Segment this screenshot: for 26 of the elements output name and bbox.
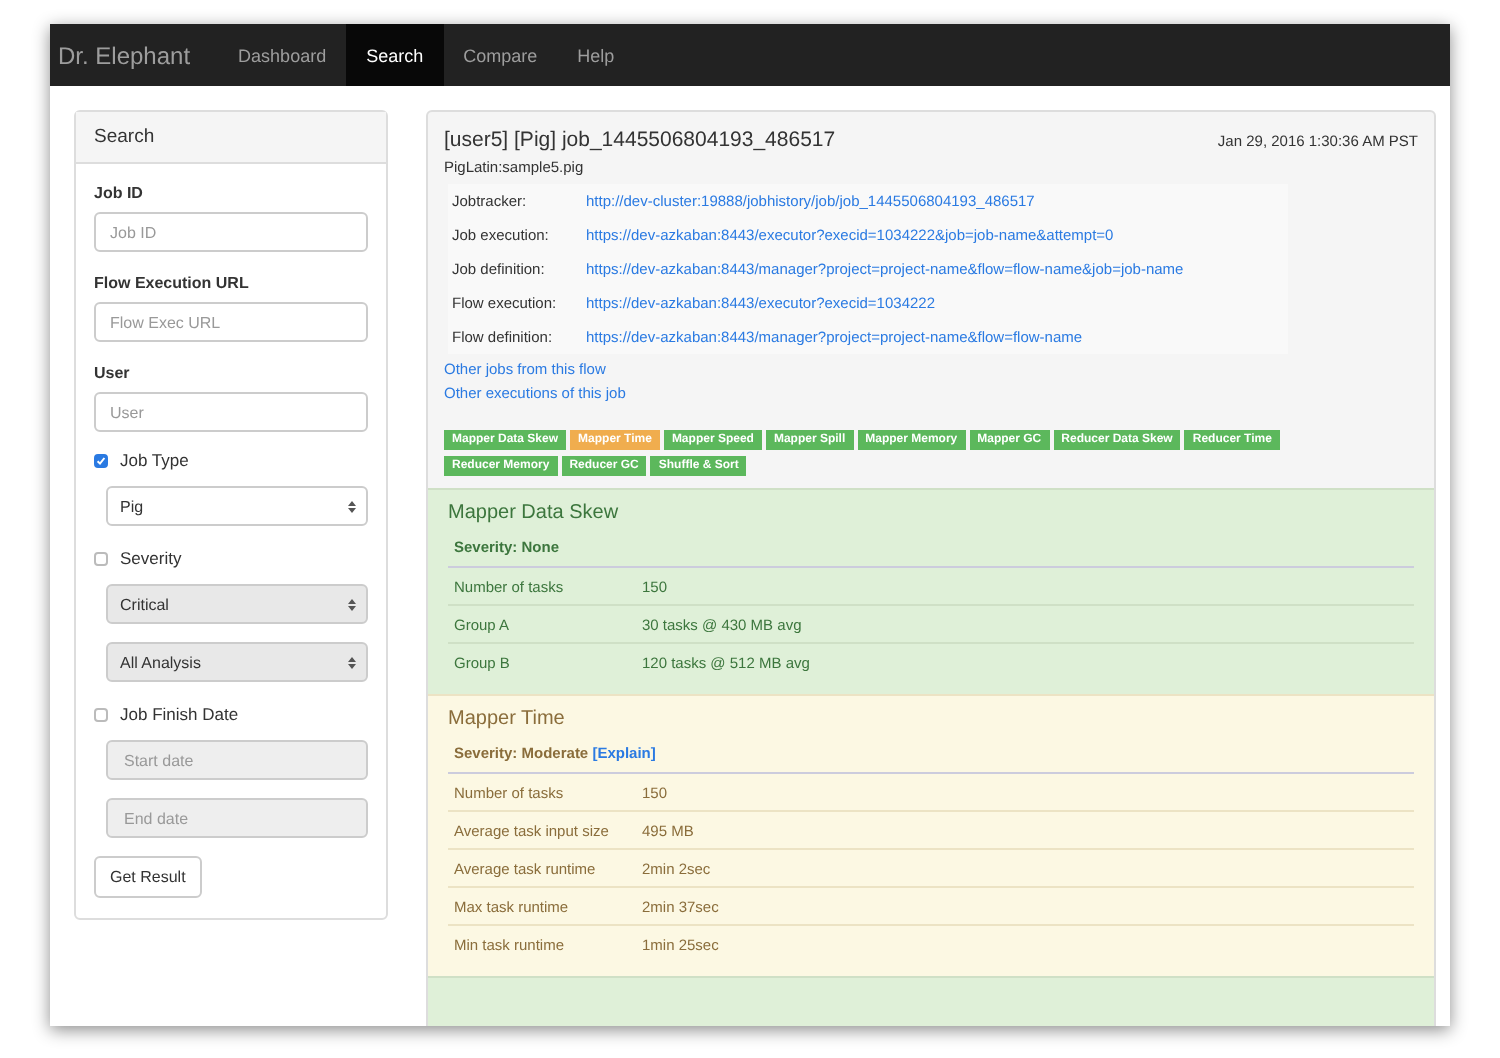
checkbox[interactable] (94, 453, 108, 467)
updown-caret-icon (348, 597, 356, 611)
nav-tab[interactable]: Compare (443, 24, 558, 86)
nav-tab[interactable]: Search (346, 24, 444, 86)
section-title: Mapper Time (448, 708, 567, 730)
field-label: Flow Execution URL (94, 274, 251, 292)
input-field[interactable]: Flow Exec URL (94, 302, 368, 342)
updown-caret-icon (348, 655, 356, 669)
brand-title[interactable]: Dr. Elephant (50, 24, 219, 86)
updown-caret-icon (348, 499, 356, 513)
section-title: Mapper Data Skew (448, 502, 621, 524)
nav-tab[interactable]: Help (557, 24, 635, 86)
panel-title: Search (76, 112, 386, 164)
select-dropdown[interactable]: Pig (106, 486, 368, 526)
get-result-button[interactable]: Get Result (94, 856, 202, 898)
checkbox[interactable] (94, 707, 108, 721)
job-title: [user5] [Pig] job_1445506804193_486517 (444, 128, 836, 152)
checkbox[interactable] (94, 551, 108, 565)
checkbox-label: Severity (120, 548, 182, 568)
nav-tab[interactable]: Dashboard (218, 24, 347, 86)
input-field[interactable]: Job ID (94, 212, 368, 252)
field-label: User (94, 364, 132, 382)
checkbox-label: Job Type (120, 450, 189, 470)
input-field[interactable]: User (94, 392, 368, 432)
field-label: Job ID (94, 184, 145, 202)
checkbox-label: Job Finish Date (120, 704, 239, 724)
